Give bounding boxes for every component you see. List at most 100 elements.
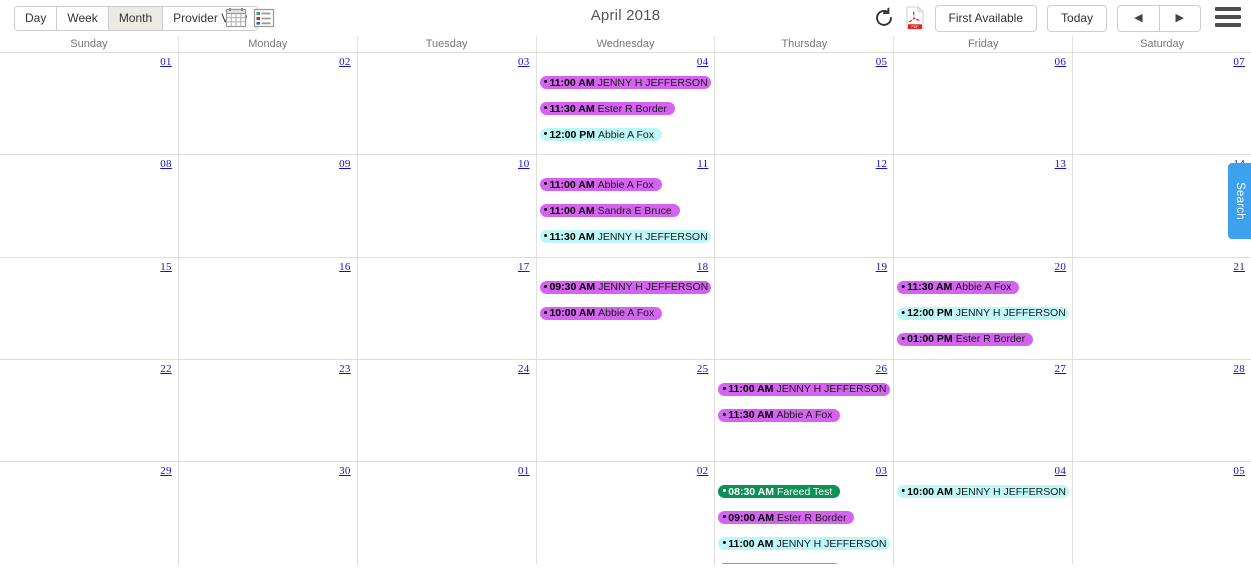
calendar-day-cell[interactable]: 08: [0, 155, 179, 257]
day-number-link[interactable]: 02: [339, 56, 351, 68]
day-number-link[interactable]: 24: [518, 363, 530, 375]
day-number-link[interactable]: 03: [518, 56, 530, 68]
day-number-link[interactable]: 05: [876, 56, 888, 68]
day-number-link[interactable]: 06: [1055, 56, 1067, 68]
calendar-day-cell[interactable]: 02: [178, 53, 358, 155]
day-number-link[interactable]: 18: [697, 261, 709, 273]
toolbar-right-actions: PDF First Available Today ◀ ▶: [873, 3, 1241, 33]
first-available-button[interactable]: First Available: [934, 4, 1038, 32]
calendar-day-cell[interactable]: 10: [357, 155, 537, 257]
calendar-day-cell[interactable]: 03 • 08:30 AM Fareed Test • 09:00 AM Ester R B…: [715, 462, 895, 565]
next-month-button[interactable]: ▶: [1160, 6, 1200, 31]
appointment-pill[interactable]: • 09:00 AM Ester R Border: [718, 511, 855, 525]
calendar-day-cell[interactable]: 17: [357, 257, 537, 359]
day-number-link[interactable]: 19: [876, 261, 888, 273]
day-number-link[interactable]: 27: [1055, 363, 1067, 375]
previous-month-button[interactable]: ◀: [1118, 5, 1160, 31]
appointment-patient-name: JENNY H JEFFERSON: [597, 76, 708, 89]
appointment-bullet-icon: •: [543, 128, 548, 140]
day-number-link[interactable]: 15: [160, 261, 172, 273]
day-number-link[interactable]: 01: [518, 465, 530, 477]
calendar-day-cell[interactable]: 06: [894, 53, 1074, 155]
calendar-day-cell[interactable]: 01: [357, 462, 537, 565]
appointment-pill[interactable]: •12:00 PMAbbie A Fox: [718, 563, 841, 565]
calendar-day-cell[interactable]: 01: [0, 53, 179, 155]
calendar-day-cell[interactable]: 14: [1073, 155, 1251, 257]
calendar-day-cell[interactable]: 11 • 11:00 AM Abbie A Fox • 11:00 AM Sandra E …: [536, 155, 716, 257]
calendar-day-cell[interactable]: 24: [357, 359, 537, 462]
appointment-pill[interactable]: • 10:00 AM Abbie A Fox: [539, 306, 663, 320]
day-number-link[interactable]: 16: [339, 261, 351, 273]
calendar-day-cell[interactable]: 15: [0, 257, 179, 359]
appointment-patient-name: Sandra E Bruce: [597, 204, 672, 217]
calendar-day-cell[interactable]: 04 • 10:00 AM JENNY H JEFFERSON: [894, 462, 1074, 565]
calendar-day-cell[interactable]: 05: [715, 53, 895, 155]
day-number-link[interactable]: 13: [1055, 158, 1067, 170]
appointment-pill[interactable]: • 01:00 PM Ester R Border: [897, 332, 1034, 346]
day-number-link[interactable]: 07: [1233, 56, 1245, 68]
day-number-link[interactable]: 11: [697, 158, 708, 170]
day-number-link[interactable]: 29: [160, 465, 172, 477]
appointment-pill[interactable]: • 09:30 AM JENNY H JEFFERSON: [539, 280, 712, 294]
calendar-day-cell[interactable]: 12: [715, 155, 895, 257]
day-number-link[interactable]: 20: [1055, 261, 1067, 273]
day-number-link[interactable]: 05: [1233, 465, 1245, 477]
appointment-pill[interactable]: • 11:00 AM JENNY H JEFFERSON: [718, 382, 891, 396]
calendar-day-cell[interactable]: 05: [1073, 462, 1251, 565]
calendar-day-cell[interactable]: 25: [536, 359, 716, 462]
calendar-day-cell[interactable]: 18 • 09:30 AM JENNY H JEFFERSON • 10:00 AM Abb…: [536, 257, 716, 359]
calendar-day-cell[interactable]: 23: [178, 359, 358, 462]
appointment-pill[interactable]: • 12:00 PM JENNY H JEFFERSON: [897, 306, 1070, 320]
day-number-link[interactable]: 08: [160, 158, 172, 170]
appointment-pill[interactable]: • 11:00 AM Abbie A Fox: [539, 178, 662, 192]
day-number-link[interactable]: 01: [160, 56, 172, 68]
calendar-day-cell[interactable]: 29: [0, 462, 179, 565]
navigation-button-group: ◀ ▶: [1117, 4, 1201, 32]
appointment-pill[interactable]: • 11:00 AM Sandra E Bruce: [539, 204, 680, 218]
day-number-link[interactable]: 03: [876, 465, 888, 477]
calendar-day-cell[interactable]: 09: [178, 155, 358, 257]
day-number-link[interactable]: 02: [697, 465, 709, 477]
day-number-link[interactable]: 09: [339, 158, 351, 170]
day-number-link[interactable]: 12: [876, 158, 888, 170]
appointment-pill[interactable]: • 11:30 AM JENNY H JEFFERSON: [539, 230, 712, 244]
day-number-link[interactable]: 21: [1233, 261, 1245, 273]
day-number-link[interactable]: 30: [339, 465, 351, 477]
calendar-day-cell[interactable]: 04 • 11:00 AM JENNY H JEFFERSON • 11:30 AM Est…: [536, 53, 716, 155]
day-number-link[interactable]: 17: [518, 261, 530, 273]
calendar-day-cell[interactable]: 19: [715, 257, 895, 359]
calendar-day-cell[interactable]: 26 • 11:00 AM JENNY H JEFFERSON • 11:30 AM Abb…: [715, 359, 895, 462]
pdf-export-icon[interactable]: PDF: [905, 6, 925, 30]
calendar-day-cell[interactable]: 20 • 11:30 AM Abbie A Fox • 12:00 PM JENNY H J…: [894, 257, 1074, 359]
calendar-day-cell[interactable]: 07: [1073, 53, 1251, 155]
day-number-link[interactable]: 28: [1233, 363, 1245, 375]
appointment-pill[interactable]: • 11:00 AM JENNY H JEFFERSON: [718, 537, 891, 551]
appointment-pill[interactable]: • 08:30 AM Fareed Test: [718, 485, 841, 499]
appointment-pill[interactable]: • 11:30 AM Ester R Border: [539, 102, 676, 115]
calendar-day-cell[interactable]: 27: [894, 359, 1074, 462]
hamburger-menu-icon[interactable]: [1215, 7, 1241, 29]
appointment-pill[interactable]: • 11:30 AM Abbie A Fox: [718, 408, 841, 422]
calendar-day-cell[interactable]: 30: [178, 462, 358, 565]
day-number-link[interactable]: 04: [697, 56, 709, 68]
today-button[interactable]: Today: [1047, 4, 1108, 32]
day-number-link[interactable]: 10: [518, 158, 530, 170]
day-number-link[interactable]: 25: [697, 363, 709, 375]
calendar-day-cell[interactable]: 16: [178, 257, 358, 359]
appointment-pill[interactable]: • 10:00 AM JENNY H JEFFERSON: [897, 485, 1070, 499]
appointment-pill[interactable]: • 11:00 AM JENNY H JEFFERSON: [539, 76, 712, 89]
day-number-link[interactable]: 22: [160, 363, 172, 375]
appointment-pill[interactable]: • 11:30 AM Abbie A Fox: [897, 280, 1020, 294]
refresh-icon[interactable]: [873, 7, 895, 29]
appointment-pill[interactable]: •12:00 PMAbbie A Fox: [539, 128, 663, 141]
calendar-day-cell[interactable]: 22: [0, 359, 179, 462]
day-number-link[interactable]: 04: [1055, 465, 1067, 477]
calendar-day-cell[interactable]: 02: [536, 462, 716, 565]
day-number-link[interactable]: 23: [339, 363, 351, 375]
calendar-day-cell[interactable]: 13: [894, 155, 1074, 257]
calendar-day-cell[interactable]: 28: [1073, 359, 1251, 462]
calendar-day-cell[interactable]: 21: [1073, 257, 1251, 359]
calendar-day-cell[interactable]: 03: [357, 53, 537, 155]
search-tab[interactable]: Search: [1228, 163, 1251, 239]
day-number-link[interactable]: 26: [876, 363, 888, 375]
